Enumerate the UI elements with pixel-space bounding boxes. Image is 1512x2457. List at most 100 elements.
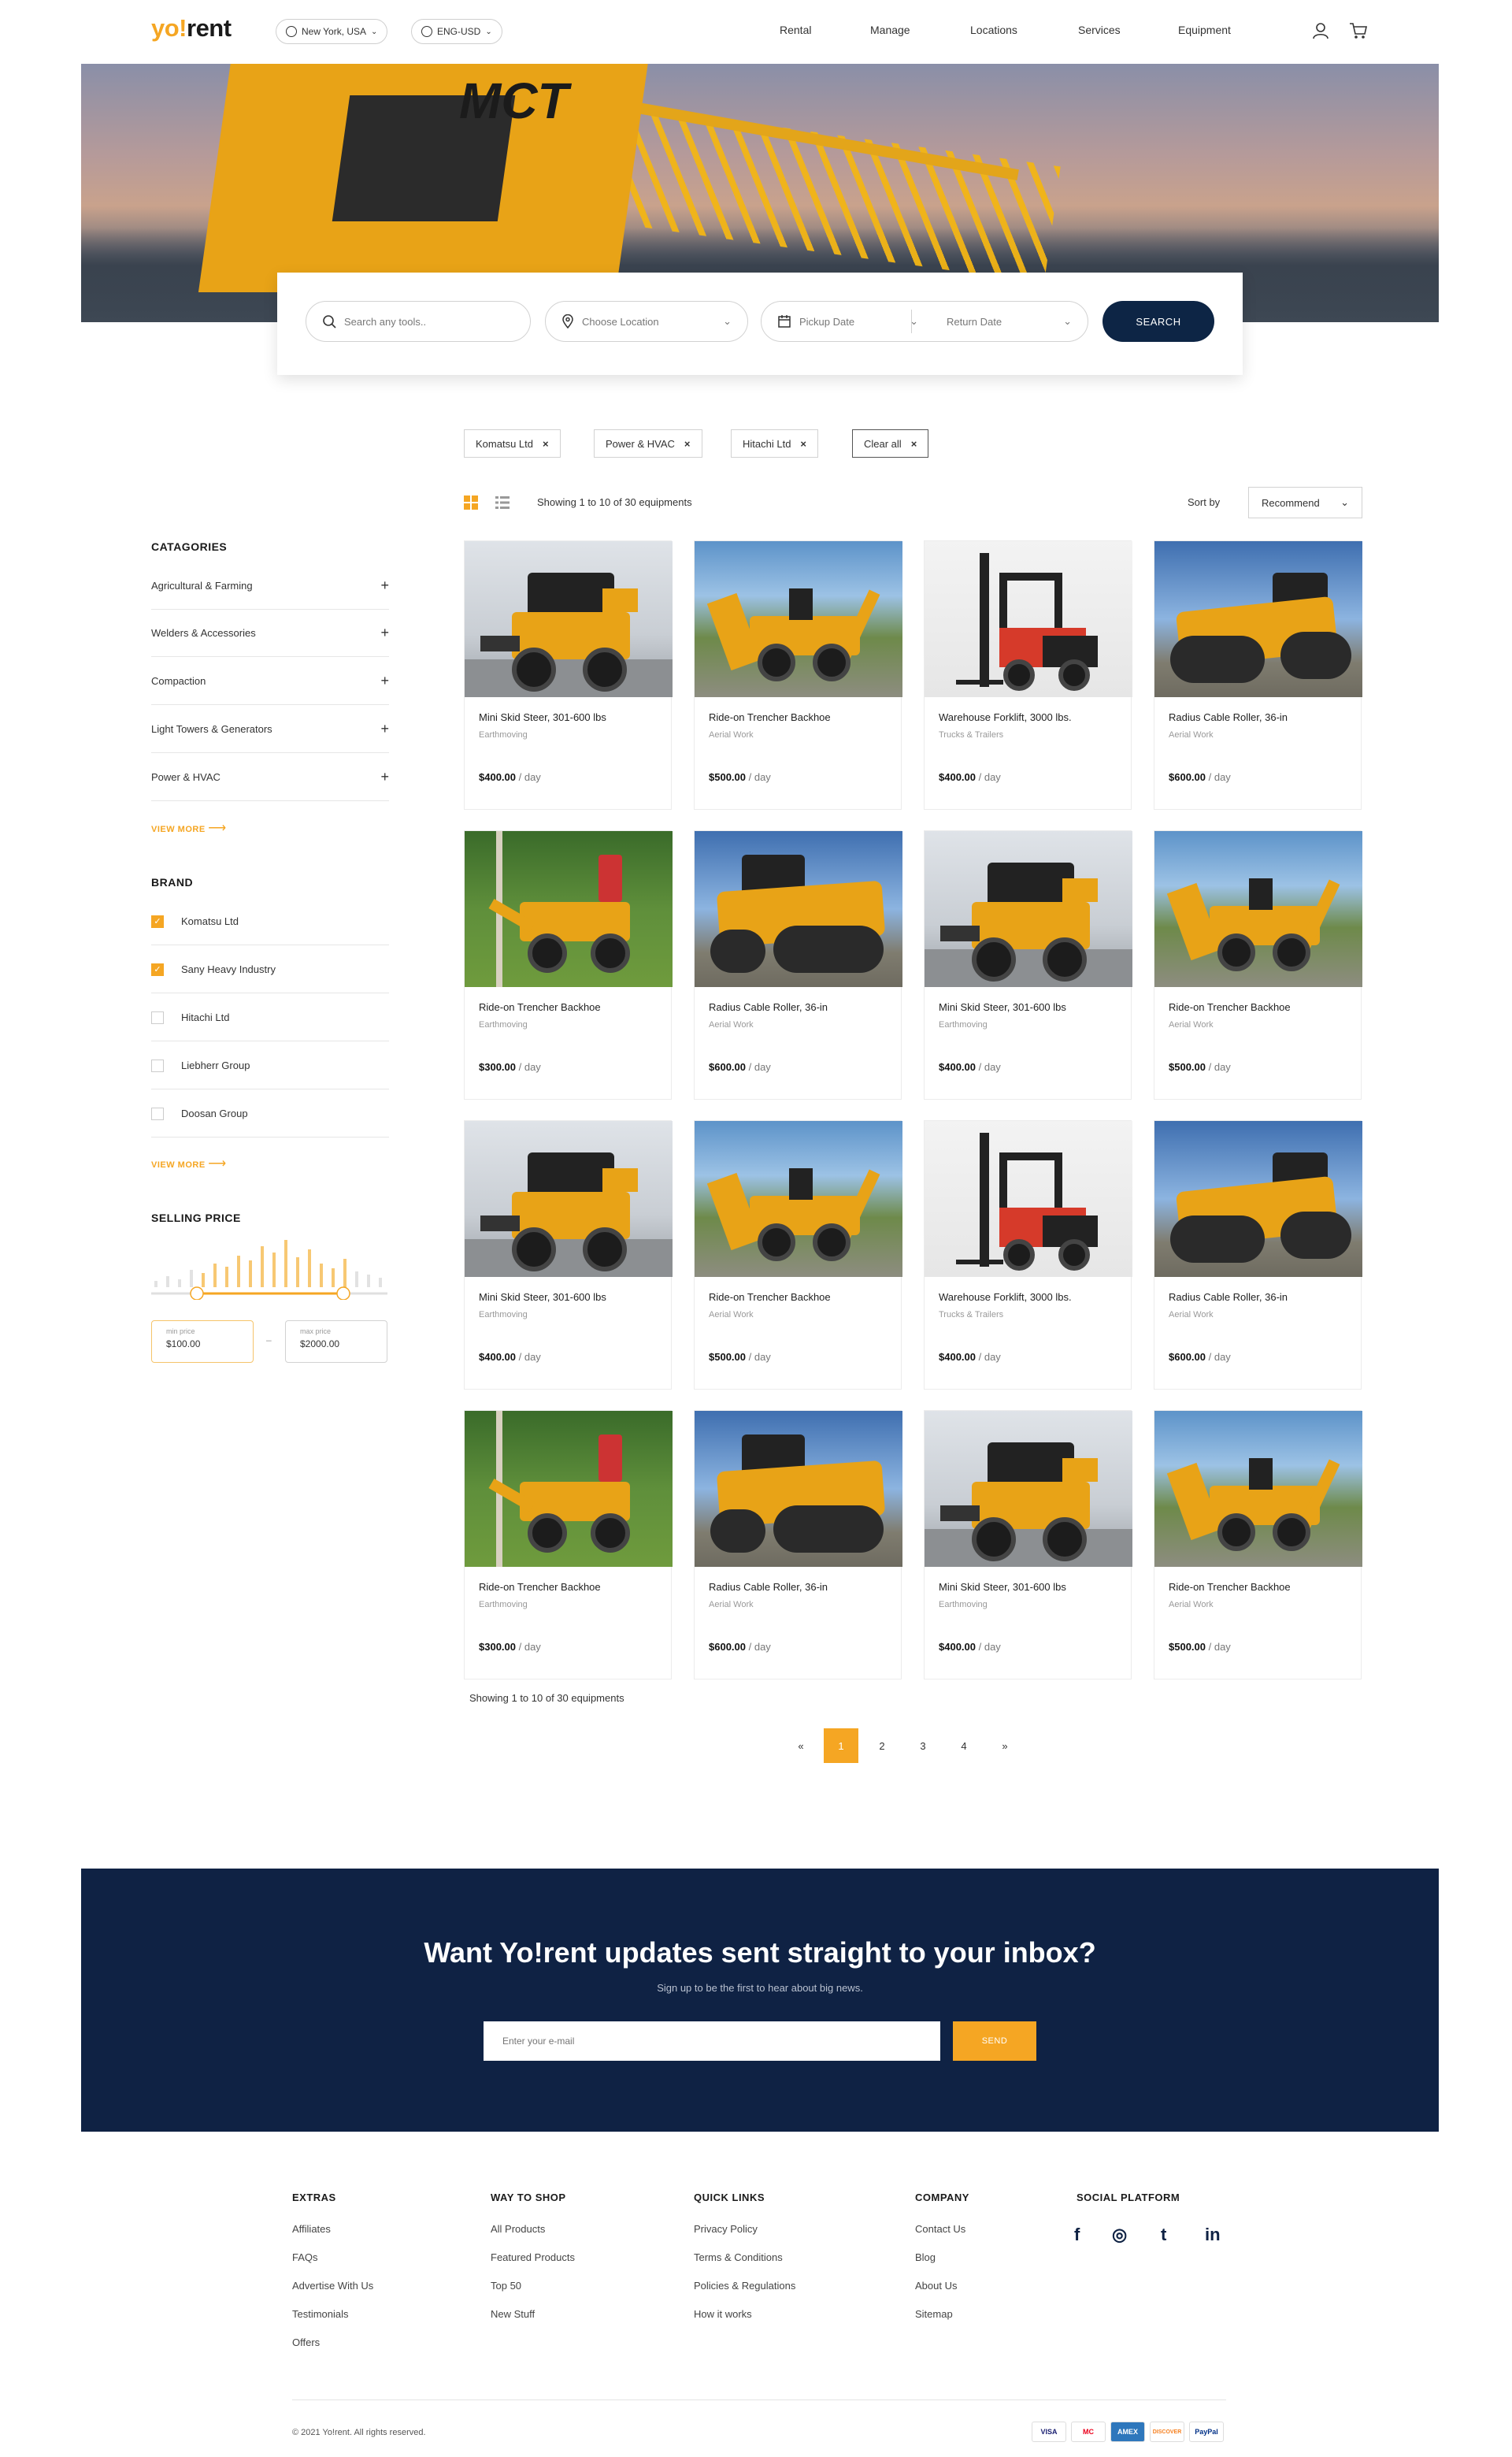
product-image[interactable] — [1154, 1121, 1362, 1277]
category-item[interactable]: Compaction + — [151, 658, 389, 705]
return-date[interactable]: Return Date — [947, 316, 1002, 328]
product-image[interactable] — [465, 1121, 673, 1277]
min-price-field[interactable]: min price $100.00 — [151, 1320, 254, 1363]
footer-link[interactable]: Policies & Regulations — [694, 2280, 795, 2292]
product-image[interactable] — [1154, 831, 1362, 987]
category-item[interactable]: Agricultural & Farming + — [151, 562, 389, 610]
footer-link[interactable]: Contact Us — [915, 2223, 965, 2235]
brand-view-more[interactable]: VIEW MORE ⟶ — [151, 1156, 227, 1171]
filter-chip-komatsu[interactable]: Komatsu Ltd × — [464, 429, 561, 458]
product-name[interactable]: Radius Cable Roller, 36-in — [709, 1581, 828, 1593]
footer-link[interactable]: Testimonials — [292, 2308, 349, 2320]
nav-locations[interactable]: Locations — [970, 24, 1017, 36]
product-name[interactable]: Radius Cable Roller, 36-in — [709, 1001, 828, 1013]
pagination-page[interactable]: 1 — [824, 1728, 858, 1763]
nav-rental[interactable]: Rental — [780, 24, 811, 36]
product-card[interactable]: Radius Cable Roller, 36-in Aerial Work $60… — [1154, 1120, 1362, 1390]
product-card[interactable]: Mini Skid Steer, 301-600 lbs Earthmoving $… — [464, 1120, 673, 1390]
pagination-page[interactable]: 2 — [865, 1728, 899, 1763]
product-card[interactable]: Radius Cable Roller, 36-in Aerial Work $60… — [694, 830, 902, 1100]
checkbox[interactable] — [151, 1107, 164, 1120]
clear-all-button[interactable]: Clear all × — [852, 429, 929, 458]
linkedin-icon[interactable]: in — [1205, 2225, 1221, 2245]
footer-link[interactable]: Privacy Policy — [694, 2223, 758, 2235]
product-card[interactable]: Ride-on Trencher Backhoe Aerial Work $500.… — [694, 1120, 902, 1390]
list-view-icon[interactable] — [495, 495, 510, 510]
product-name[interactable]: Mini Skid Steer, 301-600 lbs — [479, 1291, 606, 1303]
twitter-icon[interactable]: t — [1161, 2225, 1166, 2245]
footer-link[interactable]: All Products — [491, 2223, 545, 2235]
product-name[interactable]: Radius Cable Roller, 36-in — [1169, 1291, 1288, 1303]
currency-selector[interactable]: ENG-USD ⌄ — [411, 19, 502, 44]
footer-link[interactable]: Top 50 — [491, 2280, 521, 2292]
product-image[interactable] — [695, 541, 902, 697]
product-card[interactable]: Radius Cable Roller, 36-in Aerial Work $60… — [1154, 540, 1362, 810]
product-name[interactable]: Ride-on Trencher Backhoe — [1169, 1581, 1291, 1593]
location-dropdown[interactable]: Choose Location ⌄ — [545, 301, 748, 342]
grid-view-icon[interactable] — [463, 495, 479, 510]
search-input[interactable]: Search any tools.. — [306, 301, 531, 342]
product-name[interactable]: Radius Cable Roller, 36-in — [1169, 711, 1288, 723]
brand-item[interactable]: Liebherr Group — [151, 1042, 389, 1089]
brand-item[interactable]: ✓ Sany Heavy Industry — [151, 946, 389, 993]
brand-item[interactable]: Doosan Group — [151, 1090, 389, 1138]
product-card[interactable]: Radius Cable Roller, 36-in Aerial Work $60… — [694, 1410, 902, 1679]
product-name[interactable]: Ride-on Trencher Backhoe — [479, 1581, 601, 1593]
pickup-date[interactable]: Pickup Date — [799, 316, 854, 328]
pagination-page[interactable]: 3 — [906, 1728, 940, 1763]
plus-icon[interactable]: + — [380, 625, 389, 641]
filter-chip-hitachi[interactable]: Hitachi Ltd × — [731, 429, 819, 458]
product-image[interactable] — [465, 831, 673, 987]
product-image[interactable] — [465, 541, 673, 697]
brand-item[interactable]: ✓ Komatsu Ltd — [151, 898, 389, 945]
brand-item[interactable]: Hitachi Ltd — [151, 994, 389, 1041]
instagram-icon[interactable]: ◎ — [1112, 2225, 1127, 2245]
pagination-page[interactable]: 4 — [947, 1728, 981, 1763]
product-image[interactable] — [695, 831, 902, 987]
checkbox[interactable] — [151, 1059, 164, 1072]
max-price-field[interactable]: max price $2000.00 — [285, 1320, 387, 1363]
close-icon[interactable]: × — [684, 438, 691, 450]
plus-icon[interactable]: + — [380, 721, 389, 737]
product-card[interactable]: Mini Skid Steer, 301-600 lbs Earthmoving $… — [924, 1410, 1132, 1679]
location-selector[interactable]: New York, USA ⌄ — [276, 19, 388, 44]
footer-link[interactable]: Terms & Conditions — [694, 2251, 783, 2263]
product-card[interactable]: Mini Skid Steer, 301-600 lbs Earthmoving $… — [464, 540, 673, 810]
product-card[interactable]: Ride-on Trencher Backhoe Earthmoving $300.… — [464, 1410, 673, 1679]
nav-equipment[interactable]: Equipment — [1178, 24, 1231, 36]
product-card[interactable]: Warehouse Forklift, 3000 lbs. Trucks & Tr… — [924, 1120, 1132, 1390]
category-item[interactable]: Light Towers & Generators + — [151, 706, 389, 753]
footer-link[interactable]: New Stuff — [491, 2308, 535, 2320]
product-image[interactable] — [925, 1411, 1132, 1567]
date-range-field[interactable]: Pickup Date ⌄ Return Date ⌄ — [761, 301, 1088, 342]
price-slider-max-handle[interactable] — [336, 1286, 350, 1300]
nav-manage[interactable]: Manage — [870, 24, 910, 36]
plus-icon[interactable]: + — [380, 673, 389, 689]
user-icon[interactable] — [1310, 20, 1331, 41]
product-name[interactable]: Mini Skid Steer, 301-600 lbs — [939, 1001, 1066, 1013]
footer-link[interactable]: Sitemap — [915, 2308, 953, 2320]
pagination-prev[interactable]: « — [784, 1728, 818, 1763]
checkbox[interactable]: ✓ — [151, 915, 164, 928]
product-image[interactable] — [1154, 541, 1362, 697]
product-image[interactable] — [1154, 1411, 1362, 1567]
product-name[interactable]: Mini Skid Steer, 301-600 lbs — [939, 1581, 1066, 1593]
categories-view-more[interactable]: VIEW MORE ⟶ — [151, 820, 227, 836]
product-name[interactable]: Ride-on Trencher Backhoe — [1169, 1001, 1291, 1013]
product-image[interactable] — [925, 1121, 1132, 1277]
close-icon[interactable]: × — [543, 438, 549, 450]
category-item[interactable]: Welders & Accessories + — [151, 610, 389, 657]
product-name[interactable]: Warehouse Forklift, 3000 lbs. — [939, 1291, 1072, 1303]
filter-chip-power-hvac[interactable]: Power & HVAC × — [594, 429, 702, 458]
product-name[interactable]: Ride-on Trencher Backhoe — [709, 1291, 831, 1303]
product-name[interactable]: Ride-on Trencher Backhoe — [479, 1001, 601, 1013]
product-card[interactable]: Ride-on Trencher Backhoe Aerial Work $500.… — [1154, 1410, 1362, 1679]
product-card[interactable]: Ride-on Trencher Backhoe Aerial Work $500.… — [694, 540, 902, 810]
category-item[interactable]: Power & HVAC + — [151, 754, 389, 801]
product-name[interactable]: Mini Skid Steer, 301-600 lbs — [479, 711, 606, 723]
product-card[interactable]: Ride-on Trencher Backhoe Earthmoving $300.… — [464, 830, 673, 1100]
product-image[interactable] — [695, 1411, 902, 1567]
product-name[interactable]: Ride-on Trencher Backhoe — [709, 711, 831, 723]
product-image[interactable] — [925, 541, 1132, 697]
newsletter-email-input[interactable] — [484, 2021, 940, 2061]
